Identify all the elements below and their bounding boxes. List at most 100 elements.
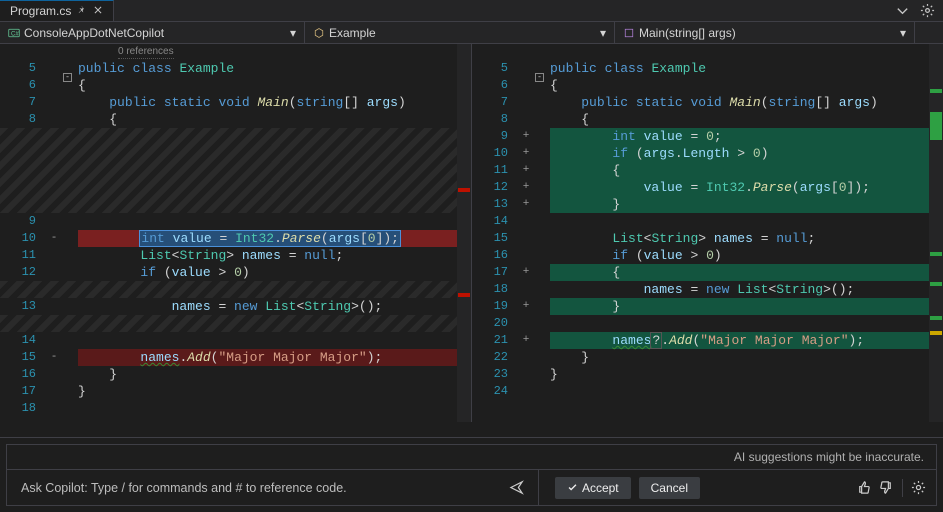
chevron-down-icon: ▾	[290, 26, 296, 40]
dropdown-icon[interactable]	[895, 3, 910, 18]
line-text: value = Int32.Parse(args[0]);	[550, 179, 943, 196]
gear-icon[interactable]	[911, 480, 926, 495]
overview-ruler[interactable]	[929, 44, 943, 422]
line-number: 19	[472, 298, 516, 315]
code-line[interactable]: 8 {	[472, 111, 943, 128]
close-icon[interactable]	[93, 4, 103, 18]
code-line[interactable]: 6{	[0, 77, 471, 94]
cancel-button[interactable]: Cancel	[639, 477, 700, 499]
accept-button[interactable]: Accept	[555, 477, 631, 499]
csharp-project-icon: C#	[8, 27, 20, 39]
line-number: 12	[0, 264, 44, 281]
code-line[interactable]	[0, 281, 471, 298]
line-number: 8	[0, 111, 44, 128]
line-text: if (value > 0)	[550, 247, 943, 264]
line-text: if (value > 0)	[78, 264, 471, 281]
code-right: 5-public class Example6{7 public static …	[472, 44, 943, 400]
diff-glyph: +	[520, 162, 532, 179]
copilot-input[interactable]: Ask Copilot: Type / for commands and # t…	[7, 470, 539, 505]
line-number: 17	[472, 264, 516, 281]
code-line[interactable]: 9	[0, 213, 471, 230]
code-line[interactable]: 15 List<String> names = null;	[472, 230, 943, 247]
line-number: 9	[0, 213, 44, 230]
diff-glyph: +	[520, 196, 532, 213]
code-line[interactable]: 13+ }	[472, 196, 943, 213]
send-icon[interactable]	[509, 480, 524, 495]
code-line[interactable]	[0, 162, 471, 179]
line-number: 9	[472, 128, 516, 145]
diff-glyph: +	[520, 145, 532, 162]
line-number: 12	[472, 179, 516, 196]
code-line[interactable]: 11+ {	[472, 162, 943, 179]
line-number: 10	[472, 145, 516, 162]
code-line[interactable]	[0, 145, 471, 162]
line-text: }	[550, 298, 943, 315]
line-text: {	[550, 77, 943, 94]
code-line[interactable]: 7 public static void Main(string[] args)	[472, 94, 943, 111]
file-tab[interactable]: Program.cs	[0, 0, 114, 21]
settings-icon[interactable]	[920, 3, 935, 18]
line-text: List<String> names = null;	[78, 247, 471, 264]
pin-icon[interactable]	[77, 4, 87, 18]
code-line[interactable]: 14	[0, 332, 471, 349]
code-line[interactable]: 6{	[472, 77, 943, 94]
line-text: int value = 0;	[550, 128, 943, 145]
thumbs-down-icon[interactable]	[879, 480, 894, 495]
code-line[interactable]	[0, 315, 471, 332]
code-line[interactable]: 19+ }	[472, 298, 943, 315]
code-line[interactable]	[0, 179, 471, 196]
line-number: 11	[0, 247, 44, 264]
code-line[interactable]: 15- names.Add("Major Major Major");	[0, 349, 471, 366]
code-line[interactable]: 17}	[0, 383, 471, 400]
code-line[interactable]: 12 if (value > 0)	[0, 264, 471, 281]
line-text: names = new List<String>();	[550, 281, 943, 298]
right-pane-modified[interactable]: 5-public class Example6{7 public static …	[472, 44, 943, 422]
code-line[interactable]	[0, 196, 471, 213]
code-line[interactable]: 5-public class Example	[472, 60, 943, 77]
left-pane-original[interactable]: 0 references 5-public class Example6{7 p…	[0, 44, 472, 422]
code-line[interactable]: 14	[472, 213, 943, 230]
line-text: }	[78, 383, 471, 400]
code-line[interactable]: 10- int value = Int32.Parse(args[0]);	[0, 230, 471, 247]
line-number: 8	[472, 111, 516, 128]
code-line[interactable]: 20	[472, 315, 943, 332]
code-line[interactable]: 18	[0, 400, 471, 417]
code-line[interactable]	[0, 128, 471, 145]
code-line[interactable]: 16 if (value > 0)	[472, 247, 943, 264]
code-line[interactable]: 7 public static void Main(string[] args)	[0, 94, 471, 111]
line-number: 13	[0, 298, 44, 315]
code-line[interactable]: 11 List<String> names = null;	[0, 247, 471, 264]
line-number: 17	[0, 383, 44, 400]
nav-project[interactable]: C# ConsoleAppDotNetCopilot ▾	[0, 22, 305, 43]
code-line[interactable]: 10+ if (args.Length > 0)	[472, 145, 943, 162]
code-line[interactable]: 22 }	[472, 349, 943, 366]
code-line[interactable]: 21+ names?.Add("Major Major Major");	[472, 332, 943, 349]
code-line[interactable]: 17+ {	[472, 264, 943, 281]
code-line[interactable]: 8 {	[0, 111, 471, 128]
code-line[interactable]: 24	[472, 383, 943, 400]
code-line[interactable]: 9+ int value = 0;	[472, 128, 943, 145]
breadcrumb: C# ConsoleAppDotNetCopilot ▾ Example ▾ M…	[0, 22, 943, 44]
line-text: }	[78, 366, 471, 383]
ai-warning: AI suggestions might be inaccurate.	[6, 444, 937, 469]
code-line[interactable]: 12+ value = Int32.Parse(args[0]);	[472, 179, 943, 196]
line-number: 18	[472, 281, 516, 298]
code-line[interactable]: 16 }	[0, 366, 471, 383]
nav-method[interactable]: Main(string[] args) ▾	[615, 22, 915, 43]
code-line[interactable]: 13 names = new List<String>();	[0, 298, 471, 315]
overview-ruler[interactable]	[457, 44, 471, 422]
nav-class[interactable]: Example ▾	[305, 22, 615, 43]
diff-glyph: +	[520, 128, 532, 145]
diff-glyph: +	[520, 332, 532, 349]
svg-text:C#: C#	[11, 31, 19, 37]
class-icon	[313, 27, 325, 39]
code-line[interactable]: 5-public class Example	[0, 60, 471, 77]
line-number: 16	[0, 366, 44, 383]
codelens[interactable]: 0 references	[118, 46, 174, 59]
line-text: }	[550, 349, 943, 366]
code-line[interactable]: 23}	[472, 366, 943, 383]
thumbs-up-icon[interactable]	[856, 480, 871, 495]
line-text: {	[550, 111, 943, 128]
diff-glyph: +	[520, 298, 532, 315]
code-line[interactable]: 18 names = new List<String>();	[472, 281, 943, 298]
